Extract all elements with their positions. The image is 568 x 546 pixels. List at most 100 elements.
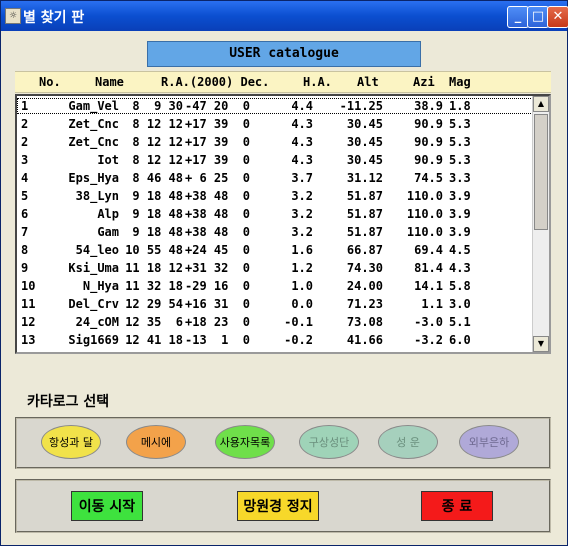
cell-dec: + 6 25 0 bbox=[185, 171, 251, 185]
star-list[interactable]: 1 Gam_Vel 8 9 30 -47 20 0 4.4 -11.25 38.9 1.8 2 Z… bbox=[15, 94, 551, 354]
maximize-button[interactable]: □ bbox=[527, 6, 549, 28]
exit-button[interactable]: 종 료 bbox=[421, 491, 493, 521]
cell-name: 24_cOM bbox=[75, 315, 119, 329]
col-no: No. bbox=[39, 75, 61, 89]
cell-alt: 51.87 bbox=[346, 207, 383, 221]
cell-mag: 6.0 bbox=[449, 333, 471, 347]
cell-dec: +17 39 0 bbox=[185, 117, 251, 131]
col-ra-dec: R.A.(2000) Dec. bbox=[161, 75, 270, 89]
cell-no: 8 bbox=[21, 243, 29, 257]
title-bar[interactable]: ☼ 별 찾기 판 _ □ ✕ bbox=[1, 1, 568, 31]
scrollbar[interactable]: ▲ ▼ bbox=[532, 96, 549, 352]
cell-ra: 9 18 48 bbox=[132, 207, 183, 221]
cell-dec: +24 45 0 bbox=[185, 243, 251, 257]
table-row[interactable]: 10 N_Hya 11 32 18 -29 16 0 1.0 24.00 14.1 5.8 bbox=[17, 278, 533, 294]
cell-alt: 30.45 bbox=[346, 153, 383, 167]
cell-alt: 73.08 bbox=[346, 315, 383, 329]
app-icon[interactable]: ☼ bbox=[5, 8, 21, 24]
cell-no: 6 bbox=[21, 207, 29, 221]
catalog-stars-moon-button[interactable]: 항성과 달 bbox=[41, 425, 101, 459]
cell-alt: 24.00 bbox=[346, 279, 383, 293]
cell-ha: 0.0 bbox=[291, 297, 313, 311]
cell-ha: 4.3 bbox=[291, 153, 313, 167]
table-row[interactable]: 11 Del_Crv 12 29 54 +16 31 0 0.0 71.23 1.1 3.0 bbox=[17, 296, 533, 312]
cell-azi: -3.0 bbox=[414, 315, 443, 329]
cell-ha: 3.2 bbox=[291, 207, 313, 221]
cell-mag: 4.3 bbox=[449, 261, 471, 275]
cell-alt: 31.12 bbox=[346, 171, 383, 185]
cell-ra: 11 32 18 bbox=[125, 279, 183, 293]
catalog-user-list-button[interactable]: 사용자목록 bbox=[215, 425, 275, 459]
catalog-messier-button[interactable]: 메시에 bbox=[126, 425, 186, 459]
cell-mag: 3.9 bbox=[449, 225, 471, 239]
cell-name: Zet_Cnc bbox=[68, 117, 119, 131]
cell-no: 2 bbox=[21, 135, 29, 149]
table-row[interactable]: 5 38_Lyn 9 18 48 +38 48 0 3.2 51.87 110.0 3.9 bbox=[17, 188, 533, 204]
cell-azi: 81.4 bbox=[414, 261, 443, 275]
cell-no: 4 bbox=[21, 171, 29, 185]
cell-azi: 110.0 bbox=[406, 189, 443, 203]
cell-no: 5 bbox=[21, 189, 29, 203]
table-row[interactable]: 1 Gam_Vel 8 9 30 -47 20 0 4.4 -11.25 38.9 1.8 bbox=[17, 98, 533, 114]
cell-ra: 9 18 48 bbox=[132, 189, 183, 203]
cell-alt: 41.66 bbox=[346, 333, 383, 347]
table-header: No. Name R.A.(2000) Dec. H.A. Alt Azi Ma… bbox=[15, 71, 551, 93]
cell-mag: 3.3 bbox=[449, 171, 471, 185]
scroll-thumb[interactable] bbox=[534, 114, 548, 230]
cell-name: Sig1669 bbox=[68, 333, 119, 347]
cell-no: 7 bbox=[21, 225, 29, 239]
scroll-down-icon[interactable]: ▼ bbox=[533, 336, 549, 352]
table-row[interactable]: 8 54_leo 10 55 48 +24 45 0 1.6 66.87 69.4 4.5 bbox=[17, 242, 533, 258]
cell-name: Del_Crv bbox=[68, 297, 119, 311]
cell-azi: 1.1 bbox=[421, 297, 443, 311]
cell-mag: 1.8 bbox=[449, 99, 471, 113]
start-slew-button[interactable]: 이동 시작 bbox=[71, 491, 143, 521]
cell-azi: 110.0 bbox=[406, 207, 443, 221]
cell-ha: 1.6 bbox=[291, 243, 313, 257]
table-row[interactable]: 13 Sig1669 12 41 18 -13 1 0 -0.2 41.66 -3.2 6.0 bbox=[17, 332, 533, 348]
cell-no: 12 bbox=[21, 315, 36, 329]
cell-dec: +16 31 0 bbox=[185, 297, 251, 311]
cell-dec: +38 48 0 bbox=[185, 189, 251, 203]
cell-ha: 4.3 bbox=[291, 117, 313, 131]
cell-ha: 3.7 bbox=[291, 171, 313, 185]
cell-azi: 90.9 bbox=[414, 135, 443, 149]
cell-name: Eps_Hya bbox=[68, 171, 119, 185]
cell-dec: +31 32 0 bbox=[185, 261, 251, 275]
cell-mag: 5.3 bbox=[449, 117, 471, 131]
table-row[interactable]: 3 Iot 8 12 12 +17 39 0 4.3 30.45 90.9 5.3 bbox=[17, 152, 533, 168]
table-row[interactable]: 2 Zet_Cnc 8 12 12 +17 39 0 4.3 30.45 90.9 5.3 bbox=[17, 116, 533, 132]
table-row[interactable]: 7 Gam 9 18 48 +38 48 0 3.2 51.87 110.0 3.9 bbox=[17, 224, 533, 240]
cell-no: 2 bbox=[21, 117, 29, 131]
catalog-nebula-button[interactable]: 성 운 bbox=[378, 425, 438, 459]
cell-dec: -29 16 0 bbox=[185, 279, 251, 293]
cell-ha: -0.2 bbox=[284, 333, 313, 347]
cell-ra: 12 35 6 bbox=[125, 315, 183, 329]
catalog-globular-cluster-button[interactable]: 구상성단 bbox=[299, 425, 359, 459]
catalog-galaxy-button[interactable]: 외부은하 bbox=[459, 425, 519, 459]
minimize-button[interactable]: _ bbox=[507, 6, 529, 28]
cell-dec: +38 48 0 bbox=[185, 207, 251, 221]
cell-no: 11 bbox=[21, 297, 36, 311]
cell-alt: 71.23 bbox=[346, 297, 383, 311]
table-row[interactable]: 12 24_cOM 12 35 6 +18 23 0 -0.1 73.08 -3.0 5.1 bbox=[17, 314, 533, 330]
cell-no: 13 bbox=[21, 333, 36, 347]
table-row[interactable]: 6 Alp 9 18 48 +38 48 0 3.2 51.87 110.0 3.9 bbox=[17, 206, 533, 222]
close-button[interactable]: ✕ bbox=[547, 6, 568, 28]
scroll-up-icon[interactable]: ▲ bbox=[533, 96, 549, 112]
cell-ra: 9 18 48 bbox=[132, 225, 183, 239]
stop-telescope-button[interactable]: 망원경 정지 bbox=[237, 491, 319, 521]
table-row[interactable]: 2 Zet_Cnc 8 12 12 +17 39 0 4.3 30.45 90.9 5.3 bbox=[17, 134, 533, 150]
cell-azi: 90.9 bbox=[414, 117, 443, 131]
cell-alt: 51.87 bbox=[346, 225, 383, 239]
cell-ra: 8 12 12 bbox=[132, 117, 183, 131]
table-row[interactable]: 4 Eps_Hya 8 46 48 + 6 25 0 3.7 31.12 74.5 3.3 bbox=[17, 170, 533, 186]
cell-ha: 1.2 bbox=[291, 261, 313, 275]
cell-name: 38_Lyn bbox=[75, 189, 119, 203]
cell-azi: 110.0 bbox=[406, 225, 443, 239]
cell-name: Ksi_Uma bbox=[68, 261, 119, 275]
cell-azi: 69.4 bbox=[414, 243, 443, 257]
cell-alt: 30.45 bbox=[346, 135, 383, 149]
cell-azi: -3.2 bbox=[414, 333, 443, 347]
table-row[interactable]: 9 Ksi_Uma 11 18 12 +31 32 0 1.2 74.30 81.4 4.3 bbox=[17, 260, 533, 276]
